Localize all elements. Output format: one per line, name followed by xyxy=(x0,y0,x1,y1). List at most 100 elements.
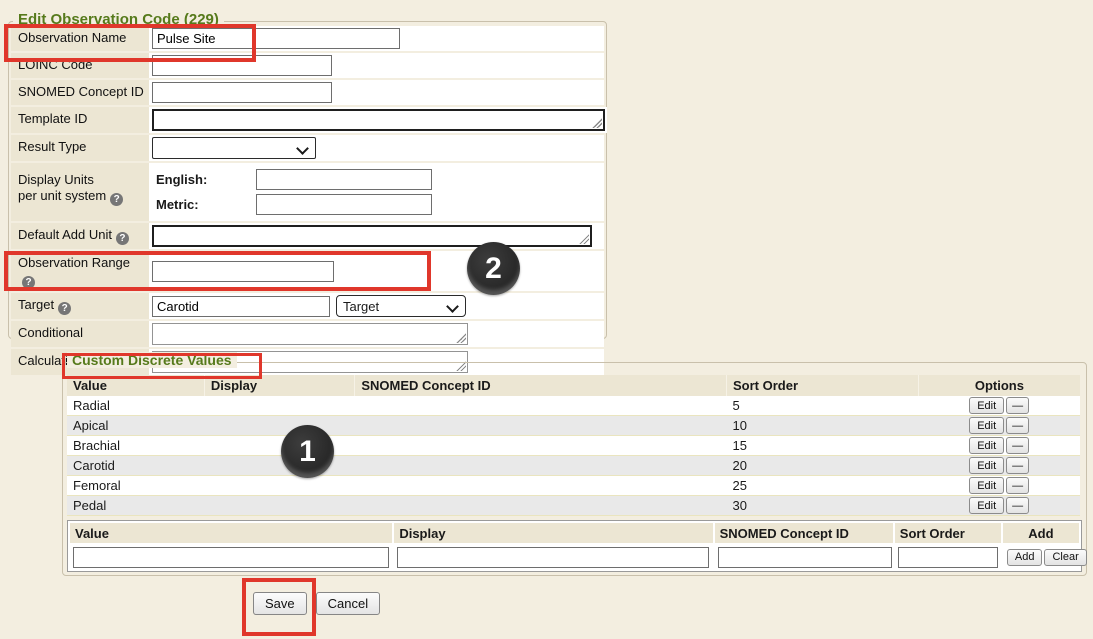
cell-sort-order: 10 xyxy=(726,416,918,436)
result-type-select[interactable] xyxy=(152,137,316,159)
english-unit-row: English: xyxy=(152,169,602,190)
edit-button[interactable]: Edit xyxy=(969,497,1004,514)
cell-display xyxy=(204,436,354,456)
snomed-concept-id-label: SNOMED Concept ID xyxy=(11,80,149,105)
column-header-value: Value xyxy=(67,375,204,396)
new-snomed-input[interactable] xyxy=(718,547,892,568)
edit-button[interactable]: Edit xyxy=(969,457,1004,474)
help-icon[interactable]: ? xyxy=(116,232,129,245)
cell-sort-order: 25 xyxy=(726,476,918,496)
remove-button[interactable]: — xyxy=(1006,417,1029,434)
display-units-label: Display Units per unit system? xyxy=(11,163,149,221)
cancel-button[interactable]: Cancel xyxy=(316,592,380,615)
help-icon[interactable]: ? xyxy=(22,276,35,289)
template-id-textarea[interactable] xyxy=(152,109,605,131)
resize-grip-icon[interactable] xyxy=(579,234,589,244)
observation-range-input[interactable] xyxy=(152,261,334,282)
english-unit-input[interactable] xyxy=(256,169,432,190)
table-row: Brachial 15 Edit— xyxy=(67,436,1080,456)
resize-grip-icon[interactable] xyxy=(456,333,466,343)
metric-unit-input[interactable] xyxy=(256,194,432,215)
observation-name-label: Observation Name xyxy=(11,26,149,51)
add-column-header-display: Display xyxy=(394,523,712,543)
edit-button[interactable]: Edit xyxy=(969,417,1004,434)
save-button[interactable]: Save xyxy=(253,592,307,615)
row-result-type: Result Type xyxy=(11,135,604,161)
row-default-add-unit: Default Add Unit? xyxy=(11,223,604,249)
table-row: Radial 5 Edit— xyxy=(67,396,1080,416)
table-row: Carotid 20 Edit— xyxy=(67,456,1080,476)
edit-observation-title: Edit Observation Code (229) xyxy=(13,11,224,28)
observation-name-input[interactable] xyxy=(152,28,400,49)
default-add-unit-label: Default Add Unit? xyxy=(11,223,149,249)
cell-display xyxy=(204,456,354,476)
discrete-values-header-row: Value Display SNOMED Concept ID Sort Ord… xyxy=(67,375,1080,396)
remove-button[interactable]: — xyxy=(1006,457,1029,474)
remove-button[interactable]: — xyxy=(1006,497,1029,514)
snomed-concept-id-input[interactable] xyxy=(152,82,332,103)
cell-display xyxy=(204,496,354,516)
cell-value: Apical xyxy=(67,416,204,436)
remove-button[interactable]: — xyxy=(1006,397,1029,414)
cell-value: Femoral xyxy=(67,476,204,496)
add-button[interactable]: Add xyxy=(1007,549,1043,566)
edit-button[interactable]: Edit xyxy=(969,397,1004,414)
cell-display xyxy=(204,476,354,496)
row-loinc-code: LOINC Code xyxy=(11,53,604,78)
remove-button[interactable]: — xyxy=(1006,437,1029,454)
default-add-unit-textarea[interactable] xyxy=(152,225,592,247)
cell-display xyxy=(204,416,354,436)
custom-discrete-values-title: Custom Discrete Values xyxy=(67,352,237,368)
new-value-input[interactable] xyxy=(73,547,389,568)
target-type-select[interactable]: Target xyxy=(336,295,466,317)
template-id-label: Template ID xyxy=(11,107,149,133)
cell-value: Pedal xyxy=(67,496,204,516)
edit-button[interactable]: Edit xyxy=(969,477,1004,494)
clear-button[interactable]: Clear xyxy=(1044,549,1086,566)
add-column-header-sort-order: Sort Order xyxy=(895,523,1001,543)
cell-sort-order: 15 xyxy=(726,436,918,456)
row-conditional: Conditional xyxy=(11,321,604,347)
add-column-header-value: Value xyxy=(70,523,392,543)
table-row: Pedal 30 Edit— xyxy=(67,496,1080,516)
cell-snomed xyxy=(355,436,727,456)
new-sort-order-input[interactable] xyxy=(898,547,998,568)
cell-sort-order: 30 xyxy=(726,496,918,516)
table-row: Femoral 25 Edit— xyxy=(67,476,1080,496)
resize-grip-icon[interactable] xyxy=(592,118,602,128)
cell-display xyxy=(204,396,354,416)
add-discrete-value-box: Value Display SNOMED Concept ID Sort Ord… xyxy=(67,520,1082,572)
help-icon[interactable]: ? xyxy=(58,302,71,315)
row-display-units: Display Units per unit system? English: … xyxy=(11,163,604,221)
edit-observation-form: Observation Name LOINC Code SNOMED Conce… xyxy=(11,26,604,375)
form-actions: Save Cancel xyxy=(253,592,380,615)
new-display-input[interactable] xyxy=(397,547,709,568)
add-row-header: Value Display SNOMED Concept ID Sort Ord… xyxy=(70,523,1079,543)
edit-button[interactable]: Edit xyxy=(969,437,1004,454)
result-type-label: Result Type xyxy=(11,135,149,161)
cell-snomed xyxy=(355,476,727,496)
conditional-label: Conditional xyxy=(11,321,149,347)
custom-discrete-values-panel: Custom Discrete Values Value Display SNO… xyxy=(62,362,1087,576)
column-header-snomed: SNOMED Concept ID xyxy=(355,375,727,396)
add-column-header-add: Add xyxy=(1003,523,1079,543)
row-target: Target? Target xyxy=(11,293,604,319)
target-value-input[interactable] xyxy=(152,296,330,317)
loinc-code-label: LOINC Code xyxy=(11,53,149,78)
remove-button[interactable]: — xyxy=(1006,477,1029,494)
column-header-display: Display xyxy=(204,375,354,396)
chevron-down-icon xyxy=(446,300,459,313)
row-observation-name: Observation Name xyxy=(11,26,604,51)
chevron-down-icon xyxy=(296,142,309,155)
conditional-textarea[interactable] xyxy=(152,323,468,345)
column-header-sort-order: Sort Order xyxy=(726,375,918,396)
edit-observation-panel: Edit Observation Code (229) Observation … xyxy=(8,21,607,339)
help-icon[interactable]: ? xyxy=(110,193,123,206)
column-header-options: Options xyxy=(918,375,1080,396)
row-template-id: Template ID xyxy=(11,107,604,133)
cell-snomed xyxy=(355,456,727,476)
loinc-code-input[interactable] xyxy=(152,55,332,76)
table-row: Apical 10 Edit— xyxy=(67,416,1080,436)
observation-range-label: Observation Range? xyxy=(11,251,149,291)
add-row-inputs: AddClear xyxy=(70,545,1079,569)
